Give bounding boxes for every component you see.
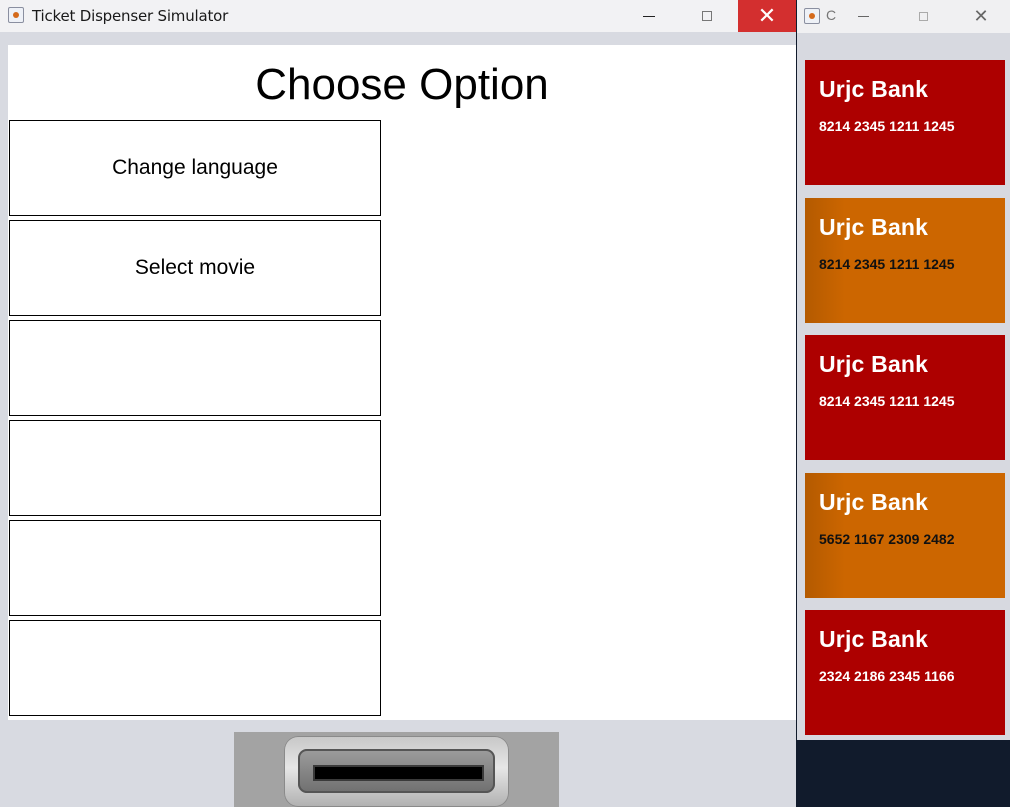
card-slot-panel — [234, 732, 559, 807]
bank-card[interactable]: Urjc Bank 8214 2345 1211 1245 — [805, 335, 1005, 460]
maximize-icon — [918, 12, 928, 21]
wallet-window-title: C — [826, 7, 837, 23]
card-slot-opening — [313, 765, 484, 781]
close-button[interactable]: ✕ — [738, 0, 796, 32]
wallet-minimize-button[interactable] — [837, 0, 889, 33]
close-icon: ✕ — [757, 3, 777, 28]
bank-name: Urjc Bank — [819, 214, 929, 240]
bank-name: Urjc Bank — [819, 626, 929, 652]
minimize-icon — [857, 16, 869, 17]
select-movie-button[interactable]: Select movie — [9, 220, 381, 316]
minimize-button[interactable] — [620, 0, 678, 32]
bank-name: Urjc Bank — [819, 76, 929, 102]
card-number: 8214 2345 1211 1245 — [819, 118, 955, 134]
java-app-icon — [804, 8, 820, 24]
wallet-close-button[interactable]: ✕ — [955, 0, 1007, 33]
option-button-3[interactable] — [9, 320, 381, 416]
bank-card[interactable]: Urjc Bank 5652 1167 2309 2482 — [805, 473, 1005, 598]
bank-card[interactable]: Urjc Bank 2324 2186 2345 1166 — [805, 610, 1005, 735]
bank-card[interactable]: Urjc Bank 8214 2345 1211 1245 — [805, 60, 1005, 185]
card-number: 5652 1167 2309 2482 — [819, 531, 955, 547]
wallet-maximize-button[interactable] — [897, 0, 949, 33]
card-slot[interactable] — [284, 736, 509, 807]
change-language-button[interactable]: Change language — [9, 120, 381, 216]
page-title: Choose Option — [255, 60, 549, 109]
maximize-button[interactable] — [678, 0, 736, 32]
bank-name: Urjc Bank — [819, 489, 929, 515]
option-button-5[interactable] — [9, 520, 381, 616]
close-icon: ✕ — [973, 6, 989, 26]
wallet-window: C ✕ Urjc Bank 8214 2345 1211 1245 Urjc B… — [797, 0, 1010, 740]
bank-name: Urjc Bank — [819, 351, 929, 377]
card-slot-bezel — [298, 749, 495, 793]
card-number: 8214 2345 1211 1245 — [819, 256, 955, 272]
ticket-dispenser-window: Ticket Dispenser Simulator ✕ Choose Opti… — [0, 0, 796, 807]
title-bar: Ticket Dispenser Simulator ✕ — [0, 0, 796, 32]
maximize-icon — [702, 11, 712, 21]
screen-panel: Choose Option Change language Select mov… — [8, 45, 796, 720]
card-number: 8214 2345 1211 1245 — [819, 393, 955, 409]
window-title: Ticket Dispenser Simulator — [32, 7, 229, 25]
option-button-6[interactable] — [9, 620, 381, 716]
minimize-icon — [643, 15, 655, 17]
option-button-4[interactable] — [9, 420, 381, 516]
card-number: 2324 2186 2345 1166 — [819, 668, 955, 684]
wallet-title-bar: C ✕ — [797, 0, 1010, 33]
java-app-icon — [8, 7, 24, 23]
bank-card[interactable]: Urjc Bank 8214 2345 1211 1245 — [805, 198, 1005, 323]
